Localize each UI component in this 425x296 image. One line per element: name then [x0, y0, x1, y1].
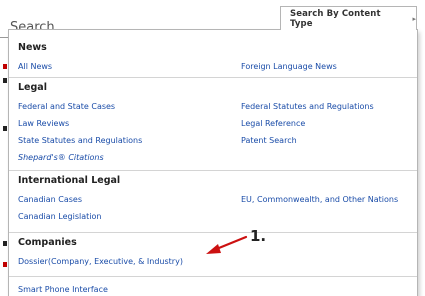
annotation-label: 1. — [250, 227, 267, 245]
section-divider — [9, 170, 417, 171]
link-smart-phone-interface[interactable]: Smart Phone Interface — [18, 285, 108, 294]
link-legal-reference[interactable]: Legal Reference — [241, 119, 305, 128]
link-dossier[interactable]: Dossier(Company, Executive, & Industry) — [18, 257, 183, 266]
link-foreign-language-news[interactable]: Foreign Language News — [241, 62, 337, 71]
section-divider — [9, 77, 417, 78]
link-law-reviews[interactable]: Law Reviews — [18, 119, 69, 128]
edge-mark — [3, 241, 7, 246]
section-heading-legal: Legal — [18, 82, 47, 93]
content-type-dropdown: News All News Foreign Language News Lega… — [8, 29, 418, 296]
triangle-right-icon: ▸ — [412, 14, 416, 23]
link-eu-commonwealth-other-nations[interactable]: EU, Commonwealth, and Other Nations — [241, 195, 398, 204]
search-by-content-type-label: Search By Content Type — [290, 8, 381, 29]
edge-mark — [3, 262, 7, 267]
edge-mark — [3, 126, 7, 131]
section-divider — [9, 232, 417, 233]
section-divider — [9, 276, 417, 277]
link-all-news[interactable]: All News — [18, 62, 52, 71]
link-patent-search[interactable]: Patent Search — [241, 136, 297, 145]
link-canadian-legislation[interactable]: Canadian Legislation — [18, 212, 101, 221]
link-federal-statutes-and-regulations[interactable]: Federal Statutes and Regulations — [241, 102, 374, 111]
link-federal-and-state-cases[interactable]: Federal and State Cases — [18, 102, 115, 111]
edge-mark — [3, 78, 7, 83]
section-heading-international-legal: International Legal — [18, 175, 121, 186]
search-by-content-type-button[interactable]: Search By Content Type ▸ — [280, 6, 417, 30]
link-canadian-cases[interactable]: Canadian Cases — [18, 195, 82, 204]
link-state-statutes-and-regulations[interactable]: State Statutes and Regulations — [18, 136, 142, 145]
section-heading-news: News — [18, 42, 47, 53]
section-heading-companies: Companies — [18, 237, 77, 248]
link-shepards-citations[interactable]: Shepard's® Citations — [18, 153, 104, 162]
edge-mark — [3, 64, 7, 69]
